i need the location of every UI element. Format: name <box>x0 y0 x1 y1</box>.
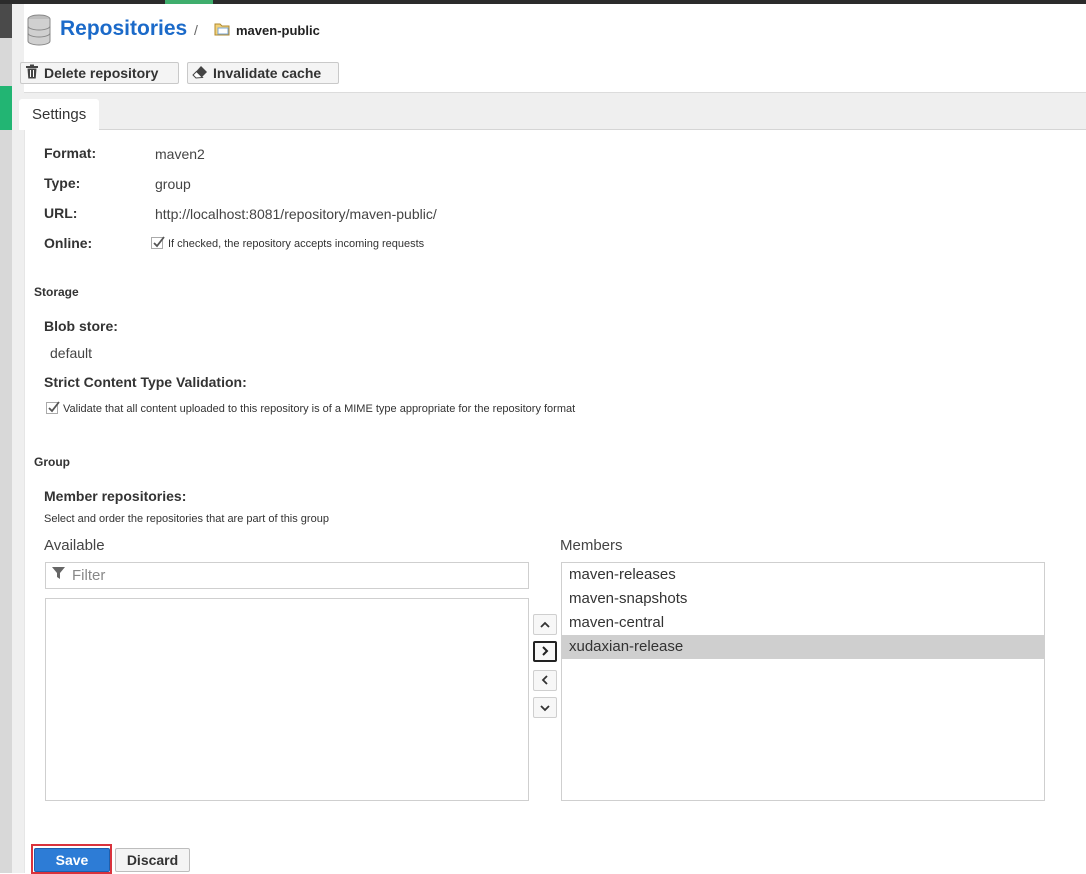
chevron-up-icon <box>540 616 550 634</box>
chevron-left-icon <box>541 672 549 690</box>
trash-icon <box>25 64 44 82</box>
folder-icon <box>214 22 231 42</box>
left-nav-active-marker <box>0 86 12 130</box>
toolbar: Delete repository Invalidate cache <box>20 56 1086 92</box>
chevron-down-icon <box>540 699 550 717</box>
delete-repository-button[interactable]: Delete repository <box>20 62 179 84</box>
format-value: maven2 <box>155 146 205 162</box>
page-title[interactable]: Repositories <box>60 17 187 41</box>
breadcrumb-current: maven-public <box>236 23 320 38</box>
invalidate-cache-button[interactable]: Invalidate cache <box>187 62 339 84</box>
left-nav-header <box>0 4 12 38</box>
blob-store-value: default <box>50 345 93 361</box>
list-item[interactable]: maven-releases <box>562 563 1044 587</box>
tab-bar: Settings <box>19 92 1086 130</box>
settings-form: Format: maven2 Type: group URL: http://l… <box>24 130 1086 874</box>
list-item[interactable]: maven-snapshots <box>562 587 1044 611</box>
chevron-right-icon <box>541 643 549 661</box>
member-repositories-help: Select and order the repositories that a… <box>44 513 329 525</box>
format-label: Format: <box>44 145 97 161</box>
list-item-selected[interactable]: xudaxian-release <box>562 635 1044 659</box>
available-list[interactable] <box>45 598 529 801</box>
left-panel-gutter <box>12 4 24 873</box>
available-label: Available <box>44 537 105 554</box>
remove-member-button[interactable] <box>533 670 557 691</box>
save-button[interactable]: Save <box>34 848 110 872</box>
members-list[interactable]: maven-releases maven-snapshots maven-cen… <box>561 562 1045 801</box>
tab-settings[interactable]: Settings <box>19 99 100 130</box>
list-item[interactable]: maven-central <box>562 611 1044 635</box>
page-header: Repositories / maven-public <box>24 4 1086 56</box>
move-down-button[interactable] <box>533 697 557 718</box>
invalidate-cache-label: Invalidate cache <box>213 65 322 81</box>
members-label: Members <box>560 537 623 554</box>
add-member-button[interactable] <box>533 641 557 662</box>
online-help-text: If checked, the repository accepts incom… <box>168 238 425 250</box>
storage-section-title: Storage <box>34 285 79 299</box>
delete-repository-label: Delete repository <box>44 65 159 81</box>
type-label: Type: <box>44 175 81 191</box>
blob-store-label: Blob store: <box>44 318 118 334</box>
url-value: http://localhost:8081/repository/maven-p… <box>155 206 437 222</box>
filter-field[interactable] <box>45 562 529 589</box>
url-label: URL: <box>44 205 78 221</box>
type-value: group <box>155 176 191 192</box>
strict-validation-checkbox[interactable] <box>46 401 60 414</box>
move-up-button[interactable] <box>533 614 557 635</box>
database-icon <box>26 14 52 51</box>
breadcrumb-separator: / <box>194 22 198 38</box>
online-label: Online: <box>44 235 93 251</box>
strict-validation-label: Strict Content Type Validation: <box>44 374 247 390</box>
left-nav-strip <box>0 4 12 873</box>
strict-validation-help: Validate that all content uploaded to th… <box>63 403 576 415</box>
group-section-title: Group <box>34 455 70 469</box>
discard-button[interactable]: Discard <box>115 848 190 872</box>
filter-input[interactable] <box>70 566 514 585</box>
member-repositories-label: Member repositories: <box>44 488 187 504</box>
filter-icon <box>46 566 66 586</box>
online-checkbox[interactable] <box>151 236 165 249</box>
eraser-icon <box>192 65 213 82</box>
